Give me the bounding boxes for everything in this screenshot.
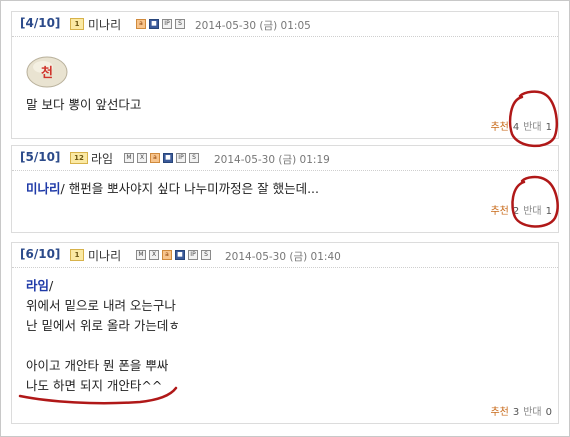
s-badge-icon: S — [189, 153, 199, 163]
ip-badge-icon: IP — [188, 250, 198, 260]
oppose-link[interactable]: 반대 — [523, 403, 541, 418]
oppose-count: 0 — [545, 407, 552, 418]
recommend-link[interactable]: 추천 — [490, 403, 508, 418]
badge-icon: a — [162, 250, 172, 260]
s-badge-icon: S — [201, 250, 211, 260]
badge-icon: a — [150, 153, 160, 163]
comment-card: [4/10] 1 미나리 a ■ IP S 2014-05-30 (금) 01:… — [11, 11, 559, 139]
badge-icon: ■ — [163, 153, 173, 163]
comment-date: 2014-05-30 (금) 01:19 — [214, 154, 330, 166]
mention-link[interactable]: 라임 — [26, 278, 49, 293]
vote-area: 추천 3 반대 0 — [490, 403, 552, 418]
ip-badge-icon: IP — [162, 19, 172, 29]
recommend-count: 3 — [512, 407, 520, 418]
comment-date: 2014-05-30 (금) 01:05 — [195, 20, 311, 32]
mention-link[interactable]: 미나리 — [26, 181, 61, 196]
badge-icon: a — [136, 19, 146, 29]
vote-area: 추천 4 반대 1 — [490, 118, 552, 133]
author-badges: a ■ IP S — [136, 19, 185, 29]
recommend-link[interactable]: 추천 — [490, 118, 508, 133]
comment-line: 말 보다 뽕이 앞선다고 — [26, 97, 142, 112]
comment-body: 천 말 보다 뽕이 앞선다고 — [12, 37, 558, 115]
m-badge-icon: M — [124, 153, 134, 163]
ip-badge-icon: IP — [176, 153, 186, 163]
recommend-link[interactable]: 추천 — [490, 202, 508, 217]
comment-line: 위에서 밑으로 내려 오는구나 — [26, 298, 176, 313]
x-badge-icon: X — [149, 250, 159, 260]
level-badge: 1 — [70, 249, 84, 261]
comment-header: [4/10] 1 미나리 a ■ IP S 2014-05-30 (금) 01:… — [12, 12, 558, 37]
badge-icon: ■ — [149, 19, 159, 29]
emoticon-text: 천 — [41, 66, 53, 81]
level-badge: 12 — [70, 152, 88, 164]
comment-date: 2014-05-30 (금) 01:40 — [225, 251, 341, 263]
comment-index: [5/10] — [20, 150, 61, 164]
emoticon-stone-icon: 천 — [26, 56, 68, 88]
author-badges: M X a ■ IP S — [136, 250, 211, 260]
recommend-count: 4 — [512, 122, 520, 133]
author-nick[interactable]: 미나리 — [88, 16, 121, 33]
badge-icon: ■ — [175, 250, 185, 260]
oppose-link[interactable]: 반대 — [523, 202, 541, 217]
comment-line: / 핸펀을 뽀사야지 싶다 나누미까정은 잘 했는데... — [60, 181, 319, 196]
recommend-count: 2 — [512, 206, 520, 217]
oppose-link[interactable]: 반대 — [523, 118, 541, 133]
comment-card: [6/10] 1 미나리 M X a ■ IP S 2014-05-30 (금)… — [11, 242, 559, 424]
oppose-count: 1 — [545, 206, 552, 217]
author-nick[interactable]: 라임 — [91, 150, 113, 167]
author-badges: M X a ■ IP S — [124, 153, 199, 163]
comment-header: [6/10] 1 미나리 M X a ■ IP S 2014-05-30 (금)… — [12, 243, 558, 268]
comment-line: 나도 하면 되지 개안타^^ — [26, 378, 163, 393]
comment-line: 아이고 개안타 뭔 폰을 뿌싸 — [26, 358, 169, 373]
author-nick[interactable]: 미나리 — [88, 247, 121, 264]
comment-line: 난 밑에서 위로 올라 가는데ㅎ — [26, 318, 180, 333]
comment-index: [4/10] — [20, 16, 61, 30]
oppose-count: 1 — [545, 122, 552, 133]
m-badge-icon: M — [136, 250, 146, 260]
comment-line: / — [49, 278, 54, 293]
comment-blank-line — [26, 336, 558, 356]
s-badge-icon: S — [175, 19, 185, 29]
comment-body: 라임/ 위에서 밑으로 내려 오는구나 난 밑에서 위로 올라 가는데ㅎ 아이고… — [12, 268, 558, 396]
x-badge-icon: X — [137, 153, 147, 163]
level-badge: 1 — [70, 18, 84, 30]
vote-area: 추천 2 반대 1 — [490, 202, 552, 217]
comment-header: [5/10] 12 라임 M X a ■ IP S 2014-05-30 (금)… — [12, 146, 558, 171]
comment-body: 미나리/ 핸펀을 뽀사야지 싶다 나누미까정은 잘 했는데... — [12, 171, 558, 199]
comment-index: [6/10] — [20, 247, 61, 261]
comment-card: [5/10] 12 라임 M X a ■ IP S 2014-05-30 (금)… — [11, 145, 559, 233]
